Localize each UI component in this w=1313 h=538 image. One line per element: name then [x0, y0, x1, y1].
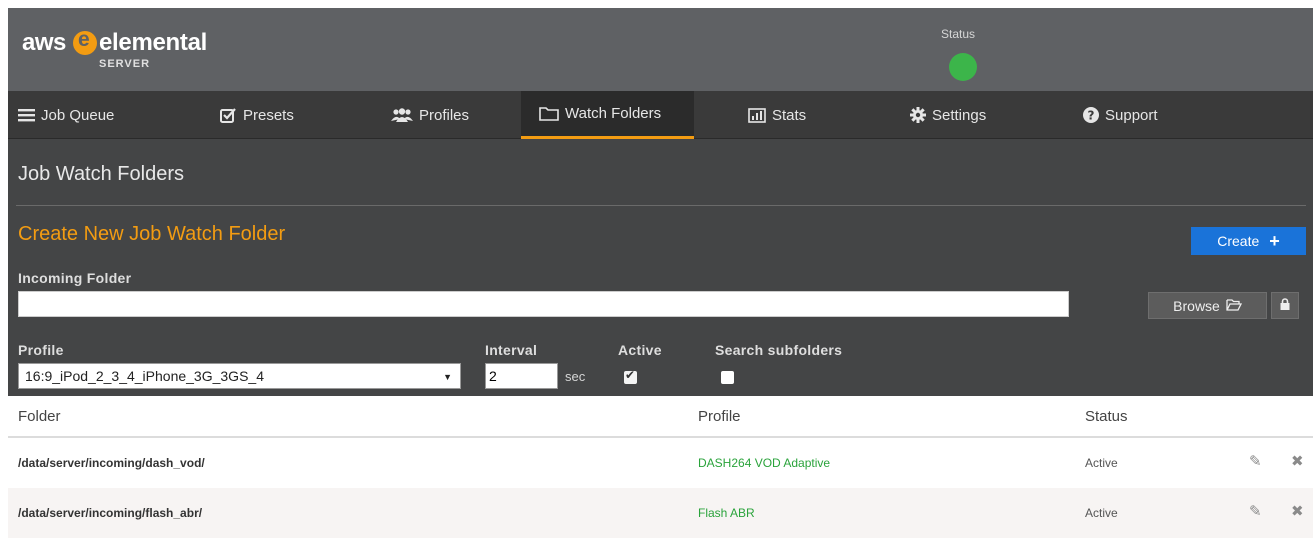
- status-label: Status: [941, 27, 976, 41]
- main-nav: Job Queue Presets Profiles Watch Folders…: [8, 91, 1313, 139]
- nav-label: Watch Folders: [565, 105, 662, 122]
- nav-stats[interactable]: Stats: [748, 91, 806, 139]
- lock-button[interactable]: [1271, 292, 1299, 319]
- profile-link[interactable]: Flash ABR: [698, 506, 755, 520]
- nav-label: Stats: [772, 106, 807, 124]
- table-header: Folder Profile Status: [8, 396, 1313, 438]
- question-circle-icon: ?: [1083, 107, 1099, 123]
- nav-settings[interactable]: Settings: [910, 91, 986, 139]
- folder-icon: [539, 106, 559, 121]
- nav-support[interactable]: ? Support: [1083, 91, 1158, 139]
- nav-job-queue[interactable]: Job Queue: [18, 91, 114, 139]
- delete-x-icon[interactable]: ✖: [1291, 452, 1304, 470]
- nav-label: Job Queue: [41, 106, 115, 124]
- svg-text:?: ?: [1088, 109, 1095, 123]
- create-button-label: Create: [1217, 233, 1260, 249]
- browse-button-label: Browse: [1173, 297, 1220, 314]
- dropdown-arrow-icon: ▼: [443, 372, 452, 382]
- gear-icon: [910, 107, 926, 123]
- incoming-folder-label: Incoming Folder: [18, 270, 132, 286]
- logo-elemental-text: elemental: [99, 29, 208, 56]
- users-icon: [391, 107, 413, 123]
- hamburger-icon: [18, 108, 35, 122]
- status-text: Active: [1085, 456, 1118, 470]
- nav-label: Presets: [243, 106, 294, 124]
- table-row: /data/server/incoming/dash_vod/ DASH264 …: [8, 438, 1313, 488]
- interval-input[interactable]: [485, 363, 558, 389]
- active-checkbox[interactable]: [624, 368, 637, 384]
- delete-x-icon[interactable]: ✖: [1291, 502, 1304, 520]
- search-subfolders-label: Search subfolders: [715, 342, 843, 358]
- profile-select-value: 16:9_iPod_2_3_4_iPhone_3G_3GS_4: [25, 368, 264, 384]
- folder-open-icon: [1226, 298, 1242, 314]
- create-button[interactable]: Create +: [1191, 227, 1306, 255]
- nav-label: Settings: [932, 106, 987, 124]
- bar-chart-icon: [748, 107, 766, 123]
- table-row: /data/server/incoming/flash_abr/ Flash A…: [8, 488, 1313, 538]
- column-header-status[interactable]: Status: [1085, 408, 1128, 425]
- folder-path: /data/server/incoming/dash_vod/: [18, 456, 205, 470]
- logo-server-text: SERVER: [99, 58, 151, 70]
- edit-pencil-icon[interactable]: ✎: [1249, 502, 1262, 520]
- browse-button[interactable]: Browse: [1148, 292, 1267, 319]
- column-header-folder[interactable]: Folder: [18, 408, 61, 425]
- app-frame: aws elemental SERVER Status Job Queue Pr…: [8, 8, 1313, 538]
- divider: [16, 205, 1306, 206]
- nav-label: Support: [1105, 106, 1158, 124]
- interval-unit-label: sec: [565, 369, 586, 384]
- status-indicator-icon: [949, 53, 977, 81]
- logo-aws-text: aws: [22, 29, 66, 56]
- edit-pencil-icon[interactable]: ✎: [1249, 452, 1262, 470]
- search-subfolders-checkbox[interactable]: [721, 371, 734, 384]
- logo-e-icon: [73, 28, 97, 55]
- status-text: Active: [1085, 506, 1118, 520]
- incoming-folder-input[interactable]: [18, 291, 1069, 317]
- watch-folder-form-panel: Job Watch Folders Create New Job Watch F…: [8, 139, 1313, 396]
- page-title: Job Watch Folders: [18, 163, 184, 185]
- checkbox-icon: [220, 107, 237, 123]
- nav-watch-folders[interactable]: Watch Folders: [521, 91, 694, 139]
- profile-label: Profile: [18, 342, 64, 358]
- profile-link[interactable]: DASH264 VOD Adaptive: [698, 456, 830, 470]
- folder-path: /data/server/incoming/flash_abr/: [18, 506, 203, 520]
- column-header-profile[interactable]: Profile: [698, 408, 741, 425]
- interval-label: Interval: [485, 342, 538, 358]
- plus-icon: +: [1269, 231, 1280, 251]
- nav-presets[interactable]: Presets: [220, 91, 294, 139]
- section-title: Create New Job Watch Folder: [18, 223, 286, 245]
- app-header: aws elemental SERVER Status: [8, 8, 1313, 91]
- lock-icon: [1280, 298, 1290, 313]
- nav-label: Profiles: [419, 106, 470, 124]
- active-label: Active: [618, 342, 662, 358]
- nav-profiles[interactable]: Profiles: [391, 91, 469, 139]
- profile-select[interactable]: 16:9_iPod_2_3_4_iPhone_3G_3GS_4 ▼: [18, 363, 461, 389]
